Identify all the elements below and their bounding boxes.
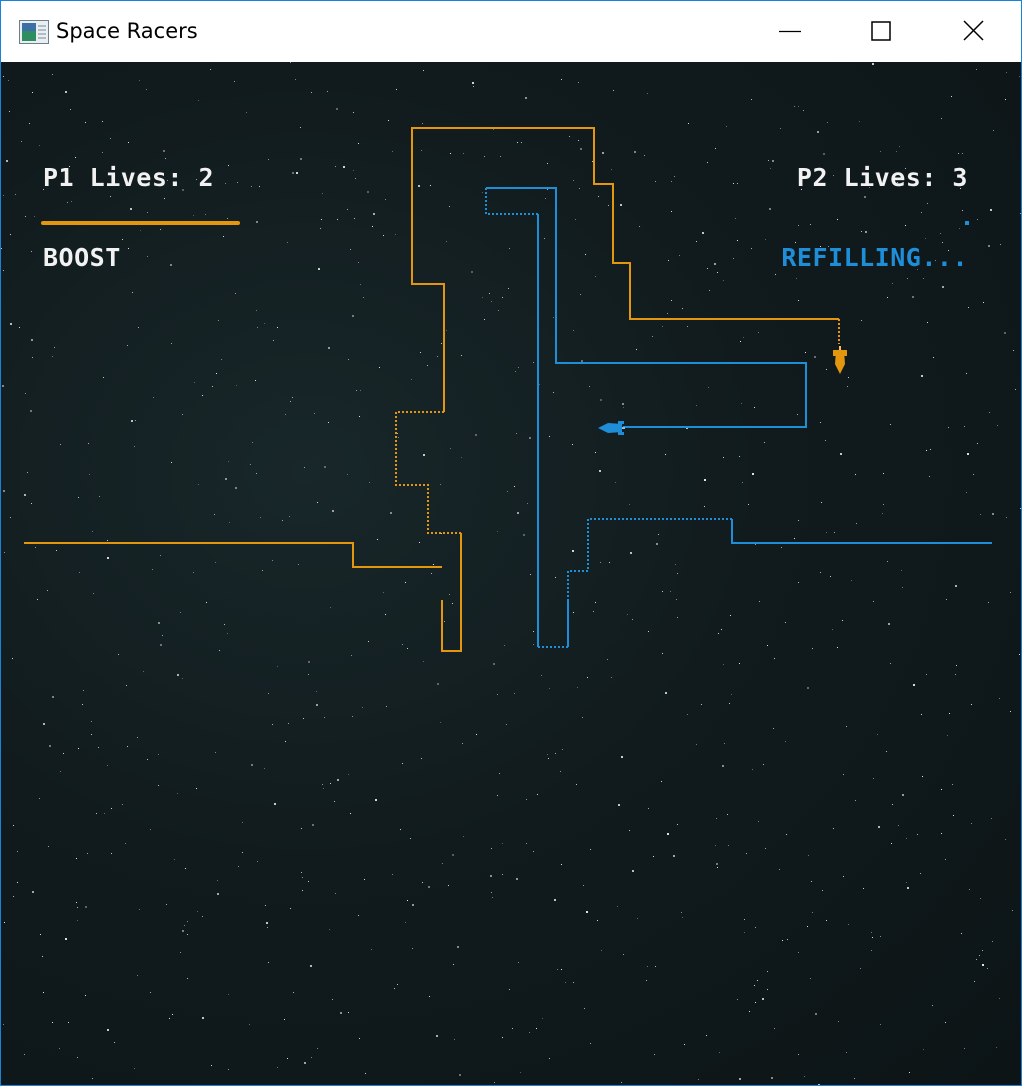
p2-boost-status: REFILLING...	[781, 243, 968, 272]
close-icon	[963, 20, 984, 41]
p2-lives-label: P2 Lives: 3	[796, 163, 968, 192]
title-bar[interactable]: Space Racers	[1, 1, 1021, 62]
p1-boost-status: BOOST	[43, 243, 121, 272]
maximize-button[interactable]	[835, 1, 927, 62]
p1-lives-label: P1 Lives: 2	[43, 163, 215, 192]
app-window-icon	[19, 20, 49, 44]
p1-boost-bar	[41, 221, 240, 225]
player-trails	[24, 127, 992, 652]
p2-boost-bar	[965, 221, 969, 225]
minimize-icon	[779, 30, 801, 33]
maximize-icon	[871, 21, 891, 41]
window-title: Space Racers	[56, 19, 198, 43]
minimize-button[interactable]	[743, 1, 835, 62]
game-canvas[interactable]: P1 Lives: 2 P2 Lives: 3 BOOST REFILLING.…	[1, 62, 1021, 1085]
p1-trail	[24, 127, 840, 652]
close-button[interactable]	[927, 1, 1019, 62]
game-window: Space Racers P1 Lives: 2 P2 Lives: 3 BOO…	[0, 0, 1022, 1086]
p2-ship	[598, 421, 625, 435]
p1-ship	[833, 346, 847, 374]
